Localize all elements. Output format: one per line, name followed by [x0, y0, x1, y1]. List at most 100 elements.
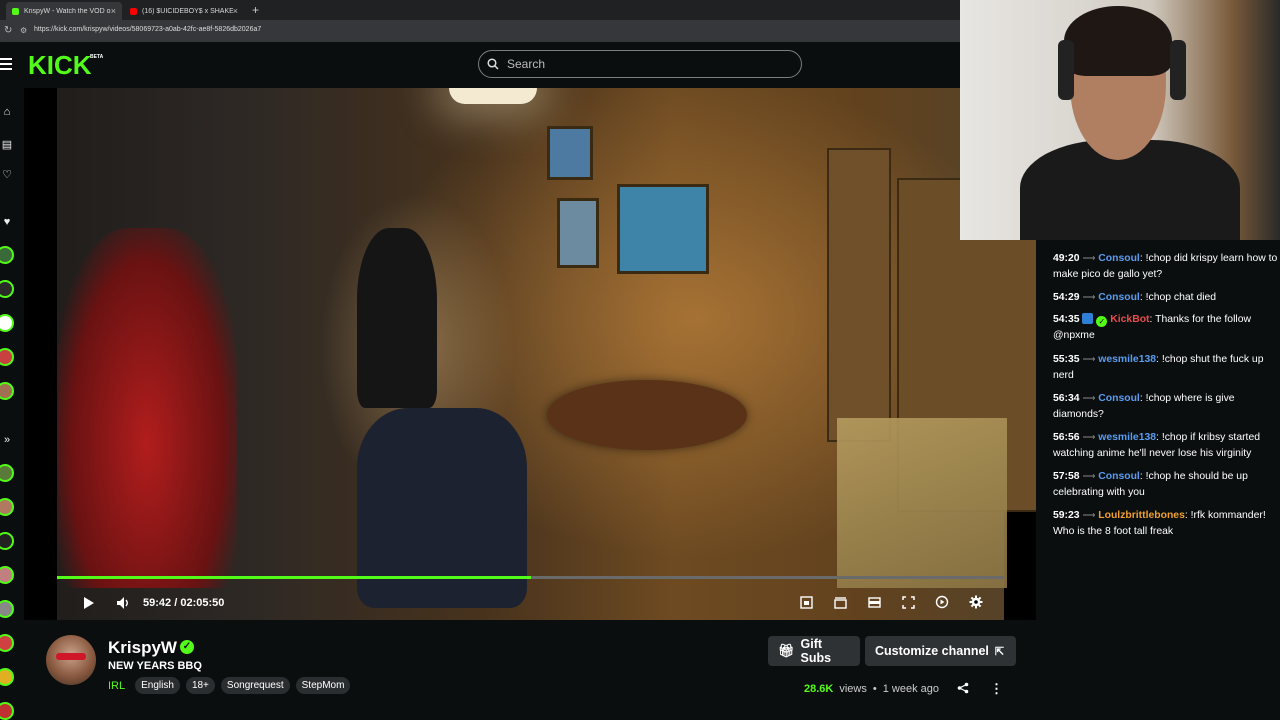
chat-timestamp: 56:34: [1053, 393, 1080, 404]
new-tab-plus-icon[interactable]: +: [252, 3, 259, 17]
person: [57, 228, 237, 588]
recommended-channel-avatar[interactable]: [0, 498, 14, 516]
chat-username[interactable]: wesmile138: [1098, 354, 1156, 365]
share-icon[interactable]: [957, 682, 969, 697]
browse-icon[interactable]: ▤: [0, 138, 14, 151]
menu-icon[interactable]: [0, 58, 12, 73]
progress-bar[interactable]: [57, 576, 1004, 579]
chat-timestamp: 56:56: [1053, 432, 1080, 443]
current-time: 59:42: [143, 597, 172, 609]
left-sidebar: ⌂ ▤ ♡ ♥ »: [0, 88, 22, 720]
gift-subs-label: Gift Subs: [800, 637, 832, 665]
recommended-channel-avatar[interactable]: [0, 668, 14, 686]
recommended-channel-avatar[interactable]: [0, 464, 14, 482]
followed-channel-avatar[interactable]: [0, 382, 14, 400]
home-icon[interactable]: ⌂: [0, 106, 14, 118]
chat-username[interactable]: Loulzbrittlebones: [1098, 510, 1185, 521]
streamer-webcam: [960, 0, 1280, 240]
tag-chip[interactable]: 18+: [185, 677, 215, 694]
recommended-channel-avatar[interactable]: [0, 566, 14, 584]
clip-icon[interactable]: [832, 594, 848, 610]
chat-timestamp: 55:35: [1053, 354, 1080, 365]
close-tab-icon[interactable]: ×: [111, 6, 116, 16]
chat-message: 55:35 ⟶ wesmile138: !chop shut the fuck …: [1053, 354, 1264, 381]
reply-arrow-icon: ⟶: [1082, 253, 1096, 263]
player-controls: 59:42 / 02:05:50: [57, 588, 1004, 618]
miniplayer-icon[interactable]: [798, 594, 814, 610]
chat-timestamp: 49:20: [1053, 253, 1080, 264]
browser-tab-kick[interactable]: KrispyW - Watch the VOD on Kick ×: [6, 2, 122, 20]
progress-fill: [57, 576, 531, 579]
fullscreen-icon[interactable]: [900, 594, 916, 610]
chat-message: 56:56 ⟶ wesmile138: !chop if kribsy star…: [1053, 432, 1261, 459]
chat-timestamp: 59:23: [1053, 510, 1080, 521]
chat-username[interactable]: wesmile138: [1098, 432, 1156, 443]
recommended-channel-avatar[interactable]: [0, 702, 14, 720]
search-input[interactable]: [505, 56, 789, 72]
gift-subs-button[interactable]: 🎁︎ Gift Subs: [768, 636, 860, 666]
close-tab-icon[interactable]: ×: [233, 6, 238, 16]
tab-title: KrispyW - Watch the VOD on Kick: [24, 7, 111, 15]
recommended-channel-avatar[interactable]: [0, 532, 14, 550]
channel-avatar[interactable]: [46, 635, 96, 685]
reply-arrow-icon: ⟶: [1082, 471, 1096, 481]
expand-arrow-icon[interactable]: »: [0, 434, 14, 446]
playback-speed-icon[interactable]: [934, 594, 950, 610]
headset: [1058, 40, 1074, 100]
channel-name[interactable]: KrispyW: [108, 638, 177, 658]
chat-username[interactable]: KickBot: [1110, 314, 1149, 325]
recommended-channel-avatar[interactable]: [0, 600, 14, 618]
video-player[interactable]: 59:42 / 02:05:50: [24, 88, 1036, 620]
wall-picture: [547, 126, 593, 180]
chat-username[interactable]: Consoul: [1098, 253, 1140, 264]
play-icon[interactable]: [81, 596, 97, 610]
following-heart-icon[interactable]: ♡: [0, 168, 14, 181]
theater-mode-icon[interactable]: [866, 594, 882, 610]
channel-info-bar: KrispyW ✓ NEW YEARS BBQ IRL English 18+ …: [24, 620, 1037, 720]
reply-arrow-icon: ⟶: [1082, 393, 1096, 403]
url-text[interactable]: https://kick.com/krispyw/videos/58069723…: [34, 26, 261, 33]
chat-message: 49:20 ⟶ Consoul: !chop did krispy learn …: [1053, 253, 1278, 280]
headset: [1170, 40, 1186, 100]
chat-message: 54:29 ⟶ Consoul: !chop chat died: [1053, 292, 1217, 303]
chat-username[interactable]: Consoul: [1098, 471, 1140, 482]
customize-channel-button[interactable]: Customize channel ⇱: [865, 636, 1016, 666]
kick-favicon-icon: [12, 7, 19, 15]
verified-badge-icon: ✓: [1096, 316, 1108, 327]
webcam-person-hair: [1064, 6, 1172, 76]
followed-channel-avatar[interactable]: [0, 314, 14, 332]
views-label: views: [839, 683, 867, 695]
chat-username[interactable]: Consoul: [1098, 292, 1140, 303]
chat-timestamp: 57:58: [1053, 471, 1080, 482]
category-link[interactable]: IRL: [108, 680, 125, 692]
browser-tab-youtube[interactable]: (16) $UICIDEBOY$ x SHAKEWELL ×: [124, 2, 244, 20]
table: [547, 380, 747, 450]
verified-check-icon: ✓: [180, 640, 194, 654]
video-frame: [57, 88, 1036, 620]
reply-arrow-icon: ⟶: [1082, 354, 1096, 364]
volume-icon[interactable]: [115, 596, 131, 610]
chat-text: !chop chat died: [1145, 292, 1217, 303]
avatar-glasses: [56, 653, 86, 660]
tag-chip[interactable]: Songrequest: [220, 677, 290, 694]
followed-channel-avatar[interactable]: [0, 348, 14, 366]
site-info-icon[interactable]: ⚙: [20, 26, 27, 35]
chat-username[interactable]: Consoul: [1098, 393, 1140, 404]
reload-icon[interactable]: ↻: [4, 25, 12, 36]
recommended-channel-avatar[interactable]: [0, 634, 14, 652]
chat-timestamp: 54:35: [1053, 314, 1080, 325]
settings-gear-icon[interactable]: [968, 594, 984, 610]
followed-channel-avatar[interactable]: [0, 280, 14, 298]
upload-age: 1 week ago: [882, 683, 939, 695]
gift-icon: 🎁︎: [778, 643, 795, 658]
chat-message: 54:35 ✓ KickBot: Thanks for the follow @…: [1053, 313, 1251, 341]
kick-logo[interactable]: KICK: [28, 50, 92, 81]
chat-panel: 49:20 ⟶ Consoul: !chop did krispy learn …: [1037, 240, 1280, 720]
followed-channel-avatar[interactable]: [0, 246, 14, 264]
tag-chip[interactable]: StepMom: [295, 677, 351, 694]
tag-chip[interactable]: English: [135, 677, 180, 694]
search-box[interactable]: [478, 50, 802, 78]
more-options-icon[interactable]: ⋮: [990, 681, 1003, 697]
bot-badge-icon: [1082, 313, 1094, 324]
duration: 02:05:50: [180, 597, 225, 609]
